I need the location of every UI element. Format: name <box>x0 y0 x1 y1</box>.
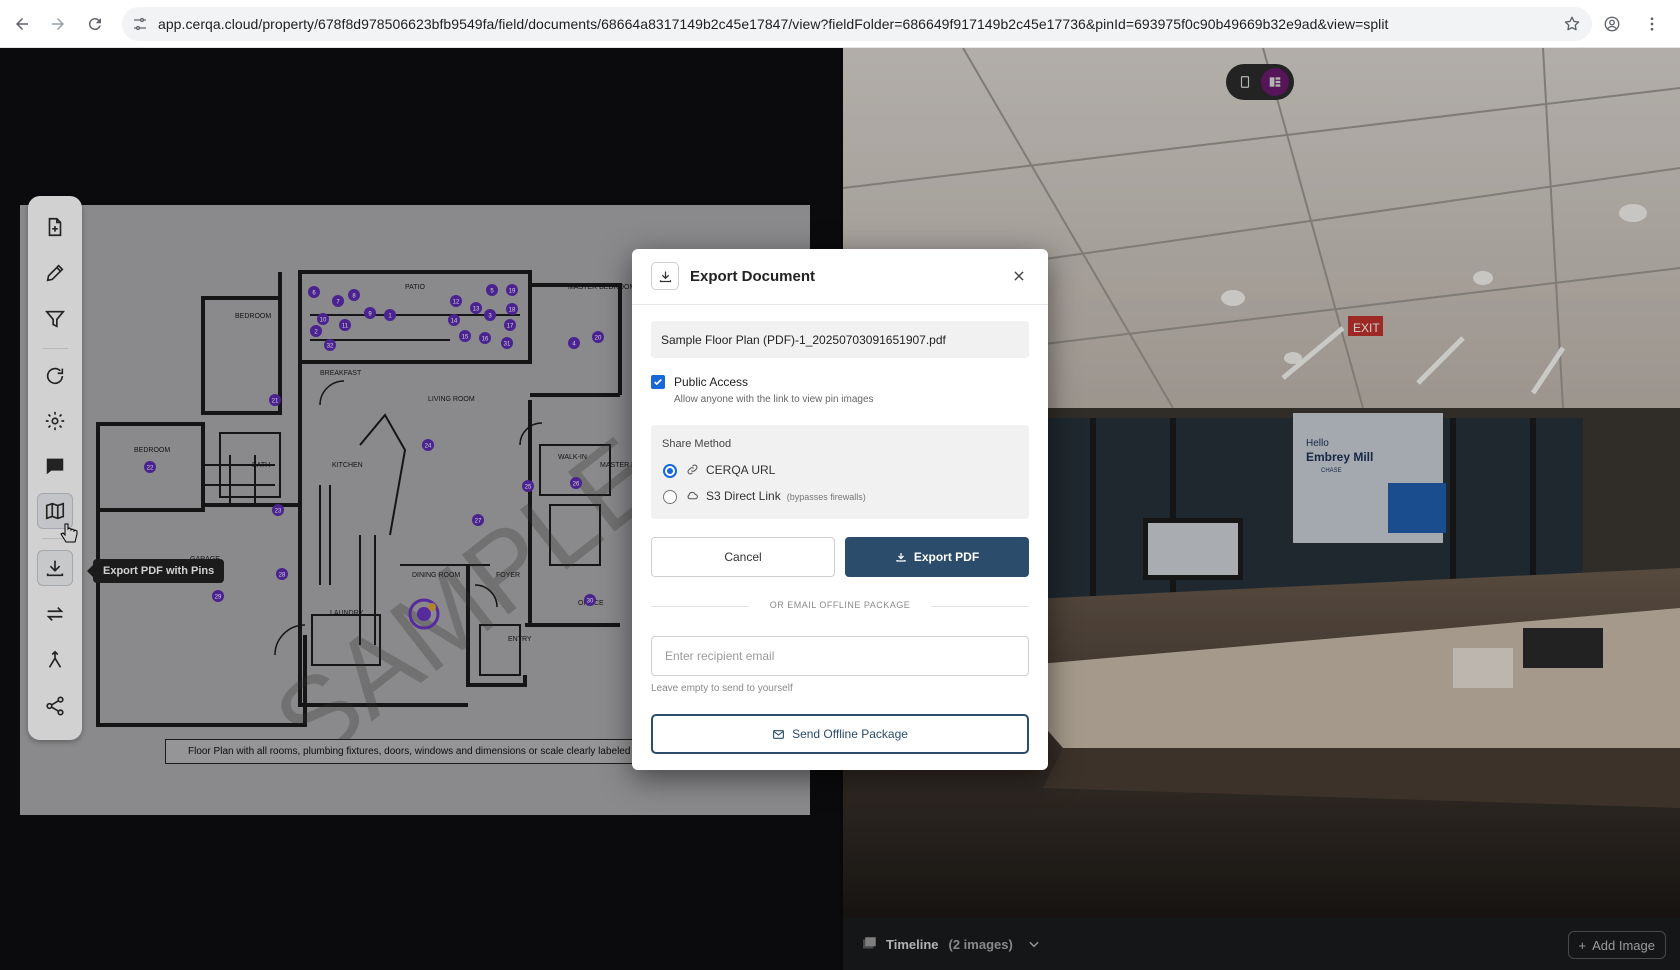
link-icon <box>686 463 699 481</box>
cerqa-url-label[interactable]: CERQA URL <box>706 463 775 477</box>
address-bar[interactable]: app.cerqa.cloud/property/678f8d978506623… <box>122 7 1592 41</box>
back-arrow-icon[interactable] <box>4 6 40 42</box>
dialog-header: Export Document <box>632 249 1048 305</box>
email-help-text: Leave empty to send to yourself <box>651 683 793 694</box>
send-offline-package-button[interactable]: Send Offline Package <box>651 714 1029 754</box>
cloud-icon <box>686 489 699 507</box>
star-icon[interactable] <box>1552 15 1592 33</box>
s3-direct-link-note: (bypasses firewalls) <box>786 492 866 502</box>
cancel-button[interactable]: Cancel <box>651 537 835 577</box>
share-method-title: Share Method <box>662 438 732 450</box>
cerqa-url-radio[interactable] <box>663 464 677 478</box>
reload-icon[interactable] <box>77 6 113 42</box>
s3-direct-link-option[interactable]: S3 Direct Link (bypasses firewalls) <box>706 489 866 503</box>
browser-toolbar: app.cerqa.cloud/property/678f8d978506623… <box>0 0 1680 48</box>
more-vert-icon[interactable] <box>1634 6 1670 42</box>
share-method-group: Share Method CERQA URL S3 Direct Link (by… <box>651 425 1029 519</box>
account-icon[interactable] <box>1594 6 1630 42</box>
export-document-dialog: Export Document Sample Floor Plan (PDF)-… <box>632 249 1048 770</box>
export-pdf-label: Export PDF <box>913 550 980 564</box>
public-access-description: Allow anyone with the link to view pin i… <box>674 394 874 405</box>
url-text[interactable]: app.cerqa.cloud/property/678f8d978506623… <box>158 16 1552 32</box>
s3-direct-link-radio[interactable] <box>663 490 677 504</box>
recipient-email-input[interactable] <box>651 636 1029 676</box>
tune-icon[interactable] <box>122 16 158 32</box>
or-divider-label: OR EMAIL OFFLINE PACKAGE <box>769 600 911 610</box>
download-icon <box>651 262 679 290</box>
or-divider: OR EMAIL OFFLINE PACKAGE <box>651 600 1029 612</box>
send-offline-package-label: Send Offline Package <box>792 727 908 741</box>
public-access-label[interactable]: Public Access <box>674 375 748 389</box>
dialog-title: Export Document <box>690 268 816 285</box>
mail-icon <box>772 728 785 741</box>
filename-field: Sample Floor Plan (PDF)-1_20250703091651… <box>651 321 1029 358</box>
close-icon[interactable] <box>1008 265 1030 287</box>
forward-arrow-icon[interactable] <box>40 6 76 42</box>
s3-direct-link-label: S3 Direct Link <box>706 489 781 503</box>
export-pdf-button[interactable]: Export PDF <box>845 537 1029 577</box>
download-icon <box>895 551 907 563</box>
public-access-checkbox[interactable] <box>651 375 665 389</box>
